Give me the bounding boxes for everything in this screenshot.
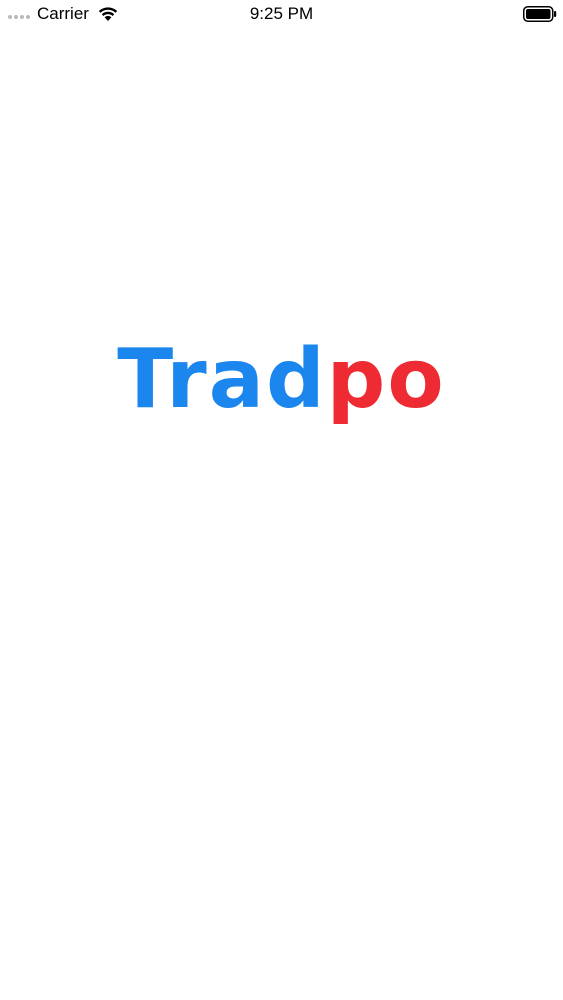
logo-text-po: po	[326, 332, 446, 427]
status-bar: Carrier 9:25 PM	[0, 0, 563, 28]
battery-icon	[523, 6, 557, 22]
logo-text-trad: Trad	[117, 332, 327, 427]
status-time: 9:25 PM	[249, 4, 314, 23]
splash-screen: Carrier 9:25 PM Tradpo	[0, 0, 563, 1000]
app-logo: Tradpo	[0, 330, 563, 430]
